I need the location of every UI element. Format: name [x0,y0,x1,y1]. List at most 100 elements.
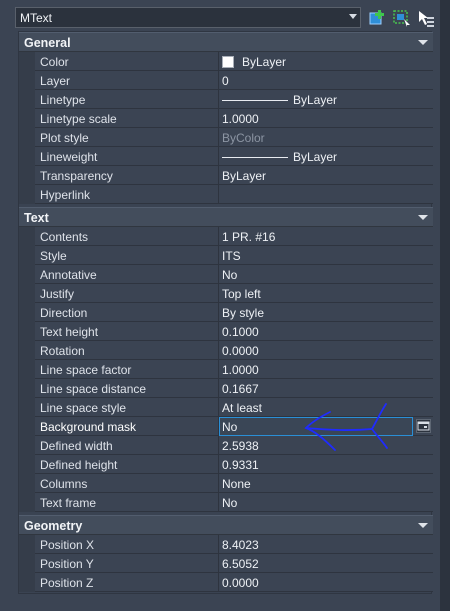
property-label: Rotation [40,344,85,358]
property-row-lineweight[interactable]: Lineweight ByLayer [19,147,433,166]
row-gutter [19,379,35,398]
property-value[interactable]: 0.0000 [222,576,259,590]
property-value[interactable]: ByLayer [222,169,266,183]
add-selected-icon[interactable] [368,8,388,28]
property-value[interactable]: 0 [222,74,229,88]
divider [218,360,219,379]
section-text[interactable]: Text [19,207,433,227]
object-type-dropdown[interactable]: MText [15,7,361,28]
property-row-hyperlink[interactable]: Hyperlink [19,185,433,204]
property-row-line-space-factor[interactable]: Line space factor 1.0000 [19,360,433,379]
property-row-position-x[interactable]: Position X 8.4023 [19,535,433,554]
row-gutter [19,265,35,284]
property-row-layer[interactable]: Layer 0 [19,71,433,90]
select-objects-icon[interactable] [416,8,436,28]
background-mask-settings-button[interactable] [416,419,431,433]
property-row-annotative[interactable]: Annotative No [19,265,433,284]
property-value[interactable]: ByLayer [222,150,337,164]
row-gutter [19,185,35,204]
section-title: Text [24,211,49,225]
property-row-rotation[interactable]: Rotation 0.0000 [19,341,433,360]
property-row-position-y[interactable]: Position Y 6.5052 [19,554,433,573]
quick-select-icon[interactable] [392,8,412,28]
property-label: Hyperlink [40,188,91,202]
property-value[interactable]: ByLayer [222,93,337,107]
property-value[interactable]: 1.0000 [222,363,259,377]
section-geometry[interactable]: Geometry [19,515,433,535]
property-value[interactable]: 0.1000 [222,325,259,339]
property-value[interactable]: 2.5938 [222,439,259,453]
property-row-position-z[interactable]: Position Z 0.0000 [19,573,433,592]
property-row-line-space-style[interactable]: Line space style At least [19,398,433,417]
divider [218,379,219,398]
property-value[interactable]: 0.1667 [222,382,259,396]
property-label: Annotative [40,268,97,282]
collapse-icon[interactable] [418,215,428,220]
property-row-transparency[interactable]: Transparency ByLayer [19,166,433,185]
property-label: Defined width [40,439,113,453]
property-row-line-space-distance[interactable]: Line space distance 0.1667 [19,379,433,398]
line-sample-icon [222,157,288,158]
property-row-text-frame[interactable]: Text frame No [19,493,433,512]
property-value[interactable]: At least [222,401,262,415]
property-value[interactable]: No [222,420,237,434]
divider [218,341,219,360]
divider [218,474,219,493]
row-gutter [19,573,35,592]
collapse-icon[interactable] [418,40,428,45]
property-row-contents[interactable]: Contents 1 PR. #16 [19,227,433,246]
section-general[interactable]: General [19,32,433,52]
collapse-icon[interactable] [418,523,428,528]
property-value[interactable]: No [222,496,237,510]
property-value[interactable]: 0.0000 [222,344,259,358]
property-row-plot-style[interactable]: Plot style ByColor [19,128,433,147]
property-value[interactable]: ITS [222,249,241,263]
property-value[interactable]: 1.0000 [222,112,259,126]
property-row-direction[interactable]: Direction By style [19,303,433,322]
divider [218,535,219,554]
row-gutter [19,360,35,379]
property-row-justify[interactable]: Justify Top left [19,284,433,303]
property-label: Background mask [40,420,137,434]
property-label: Position Z [40,576,94,590]
property-value[interactable]: Top left [222,287,261,301]
property-row-linetype-scale[interactable]: Linetype scale 1.0000 [19,109,433,128]
property-label: Plot style [40,131,89,145]
row-gutter [19,147,35,166]
property-row-color[interactable]: Color ByLayer [19,52,433,71]
row-gutter [19,52,35,71]
property-row-style[interactable]: Style ITS [19,246,433,265]
divider [218,90,219,109]
property-value[interactable]: 1 PR. #16 [222,230,275,244]
row-gutter [19,554,35,573]
divider [218,185,219,204]
property-value: ByColor [222,131,265,145]
property-value[interactable]: 8.4023 [222,538,259,552]
property-value[interactable]: By style [222,306,264,320]
divider [218,493,219,512]
property-label: Color [40,55,69,69]
row-gutter [19,455,35,474]
property-row-defined-width[interactable]: Defined width 2.5938 [19,436,433,455]
property-row-columns[interactable]: Columns None [19,474,433,493]
property-label: Justify [40,287,75,301]
property-value-editor[interactable] [219,417,413,436]
property-value[interactable]: None [222,477,251,491]
property-value[interactable]: ByLayer [222,55,286,69]
property-value[interactable]: No [222,268,237,282]
property-row-background-mask[interactable]: Background mask No [19,417,433,436]
divider [218,284,219,303]
property-label: Position Y [40,557,94,571]
row-gutter [19,71,35,90]
row-gutter [19,90,35,109]
row-gutter [19,436,35,455]
property-label: Layer [40,74,71,88]
property-row-defined-height[interactable]: Defined height 0.9331 [19,455,433,474]
property-label: Linetype scale [40,112,117,126]
property-value[interactable]: 6.5052 [222,557,259,571]
property-row-linetype[interactable]: Linetype ByLayer [19,90,433,109]
row-gutter [19,341,35,360]
property-value[interactable]: 0.9331 [222,458,259,472]
property-row-text-height[interactable]: Text height 0.1000 [19,322,433,341]
row-gutter [19,227,35,246]
